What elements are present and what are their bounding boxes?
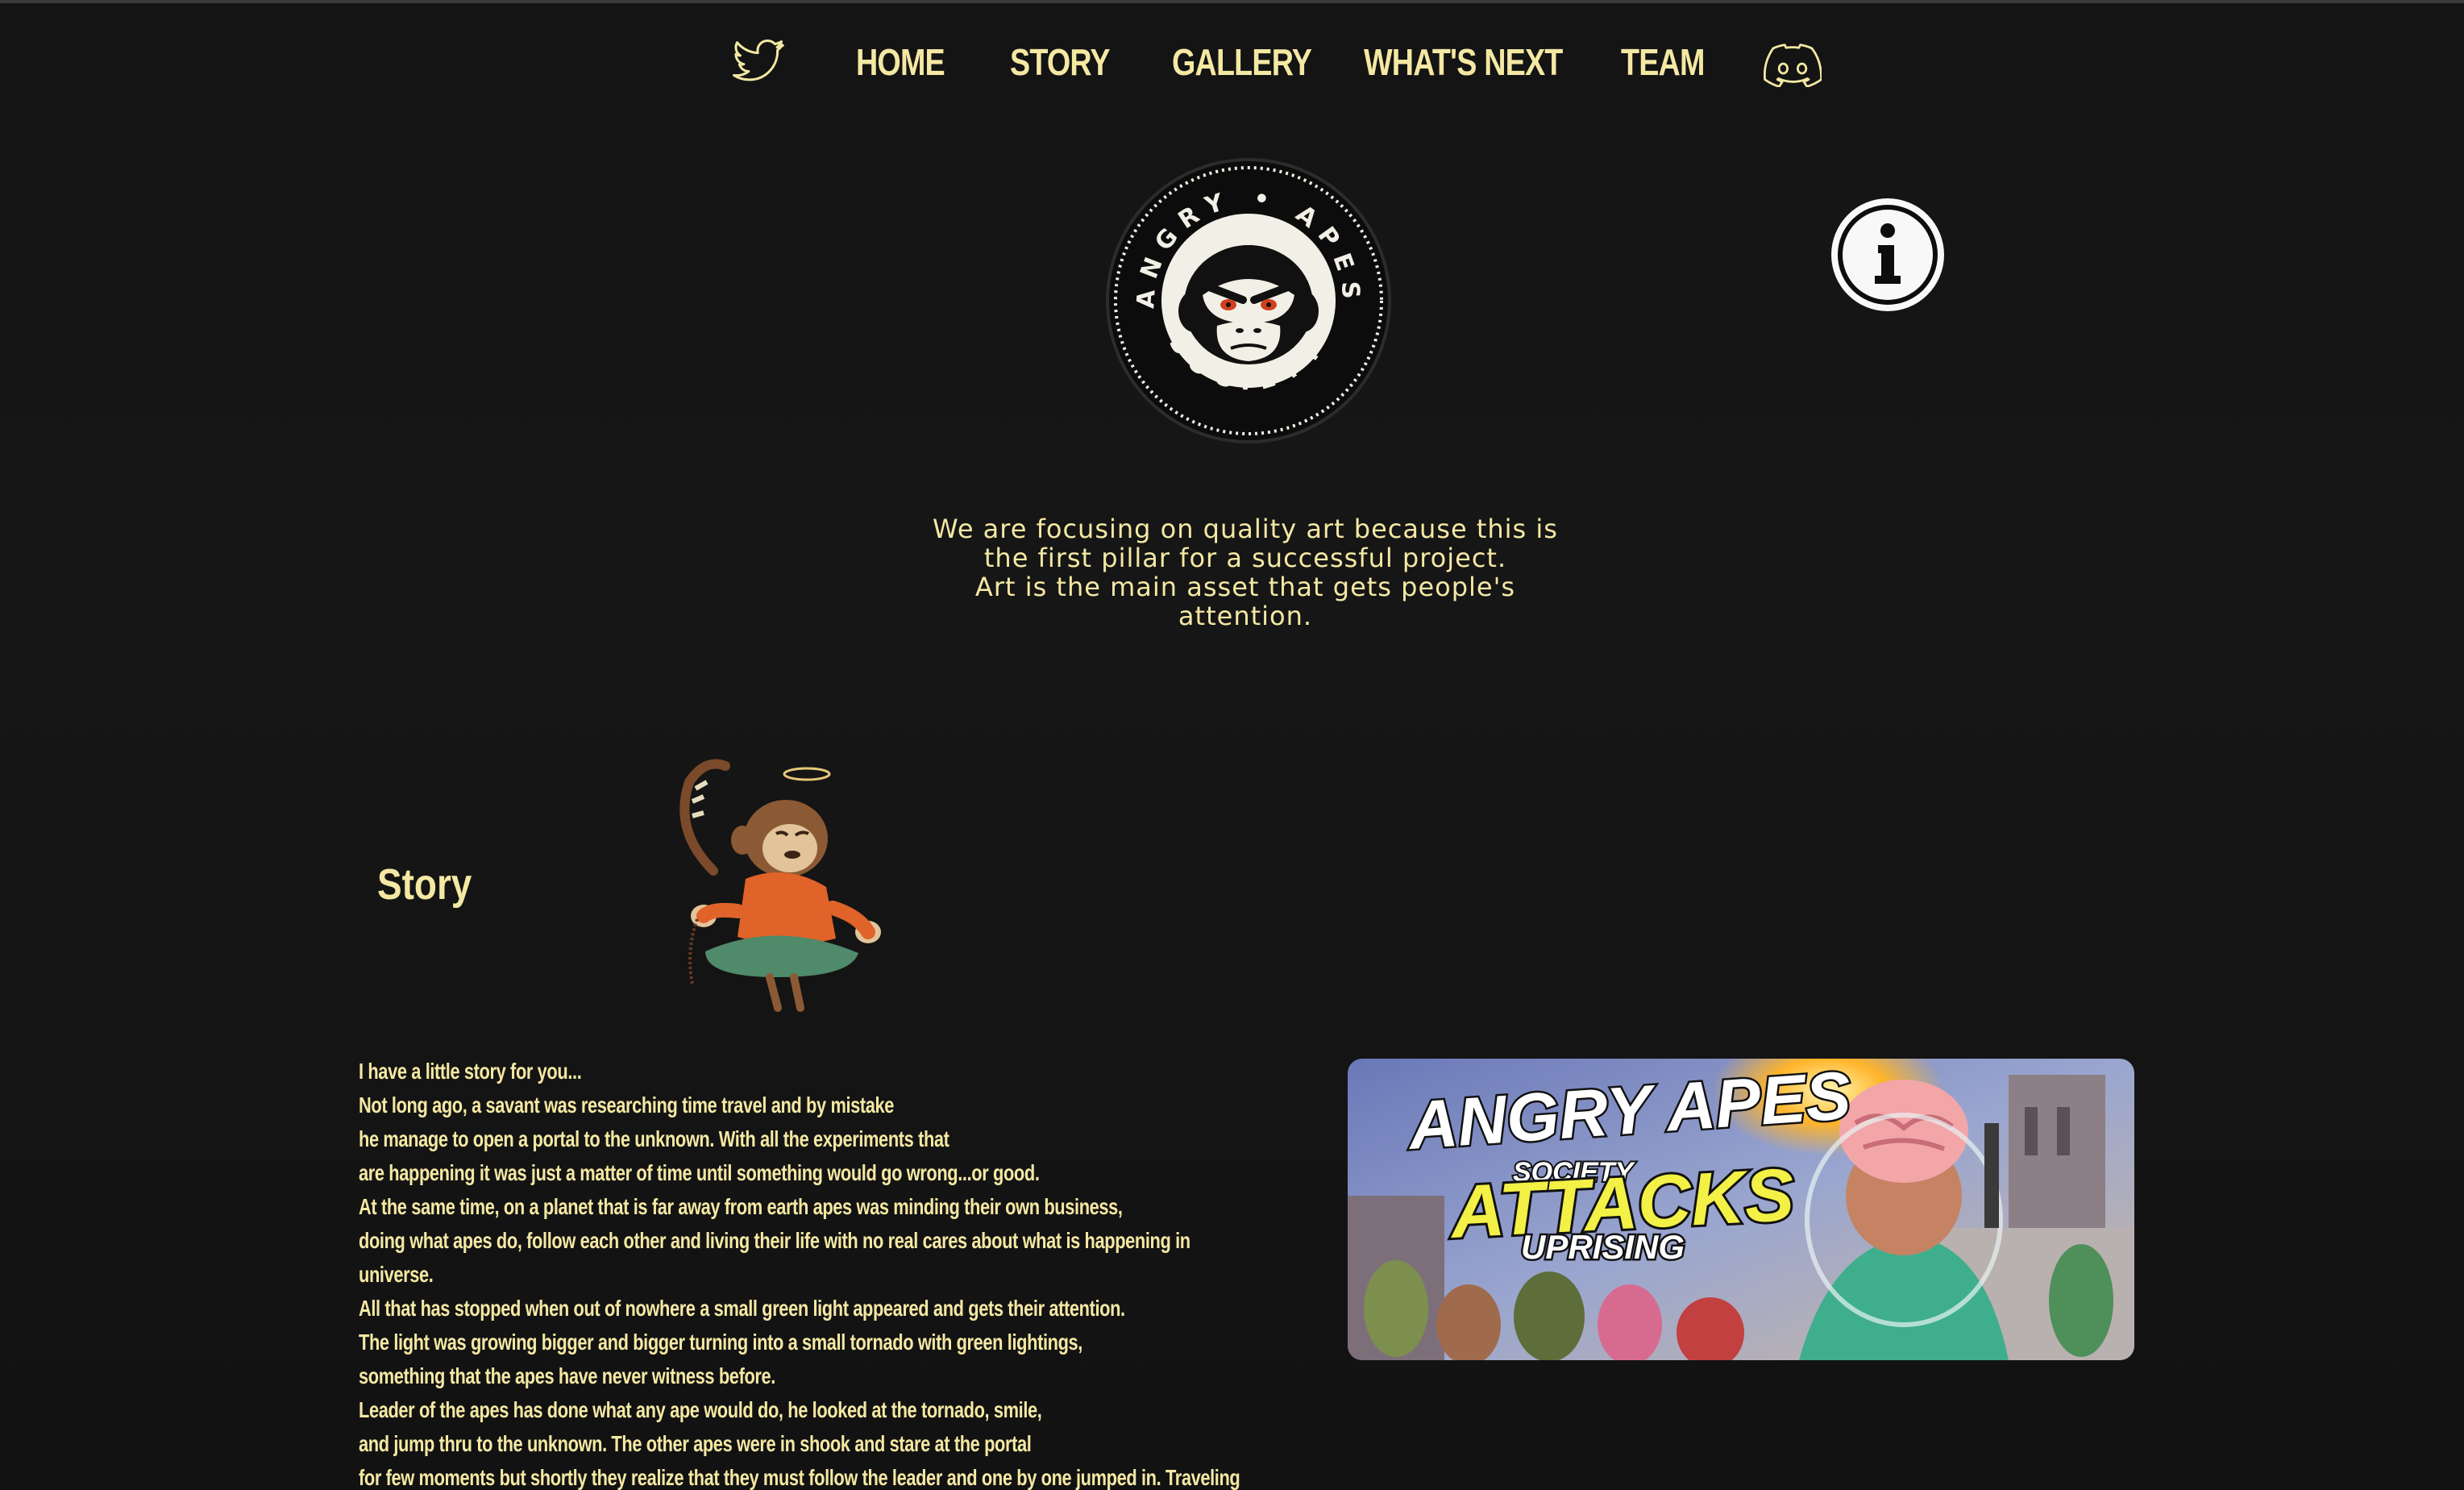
story-line: for few moments but shortly they realize… <box>359 1465 1240 1490</box>
story-line: doing what apes do, follow each other an… <box>359 1228 1190 1253</box>
nav-home[interactable]: HOME <box>856 40 945 84</box>
angry-apes-logo: ANGRY • APES SOCIETY <box>1106 158 1391 443</box>
story-line: The light was growing bigger and bigger … <box>359 1330 1082 1355</box>
nav-team[interactable]: TEAM <box>1621 40 1705 84</box>
nav-whats-next[interactable]: WHAT'S NEXT <box>1364 40 1563 84</box>
top-border <box>0 0 2464 3</box>
intro-line: the first pillar for a successful projec… <box>983 543 1507 573</box>
nav-gallery[interactable]: GALLERY <box>1172 40 1312 84</box>
story-line: Not long ago, a savant was researching t… <box>359 1093 895 1118</box>
twitter-icon[interactable] <box>732 39 785 87</box>
intro-text: We are focusing on quality art because t… <box>887 514 1604 631</box>
story-line: I have a little story for you... <box>359 1059 582 1084</box>
story-line: are happening it was just a matter of ti… <box>359 1160 1040 1185</box>
intro-line: Art is the main asset that gets people's <box>974 572 1516 602</box>
banner-title-line4: UPRISING <box>1521 1228 1685 1266</box>
uprising-banner-image: ANGRY APES SOCIETY ATTACKS UPRISING <box>1348 1059 2134 1360</box>
discord-icon[interactable] <box>1764 42 1822 87</box>
story-line: Leader of the apes has done what any ape… <box>359 1397 1042 1422</box>
nav-story[interactable]: STORY <box>1010 40 1111 84</box>
intro-line: attention. <box>1178 601 1313 631</box>
story-line: All that has stopped when out of nowhere… <box>359 1296 1125 1321</box>
story-heading: Story <box>377 860 472 909</box>
info-icon[interactable] <box>1828 195 1947 314</box>
story-line: universe. <box>359 1262 434 1287</box>
story-line: something that the apes have never witne… <box>359 1363 775 1388</box>
intro-line: We are focusing on quality art because t… <box>933 514 1558 544</box>
meditating-monkey-image <box>679 759 881 1012</box>
story-text: I have a little story for you... Not lon… <box>359 1055 1326 1490</box>
story-line: and jump thru to the unknown. The other … <box>359 1431 1032 1456</box>
story-line: he manage to open a portal to the unknow… <box>359 1126 949 1151</box>
story-line: At the same time, on a planet that is fa… <box>359 1194 1123 1219</box>
